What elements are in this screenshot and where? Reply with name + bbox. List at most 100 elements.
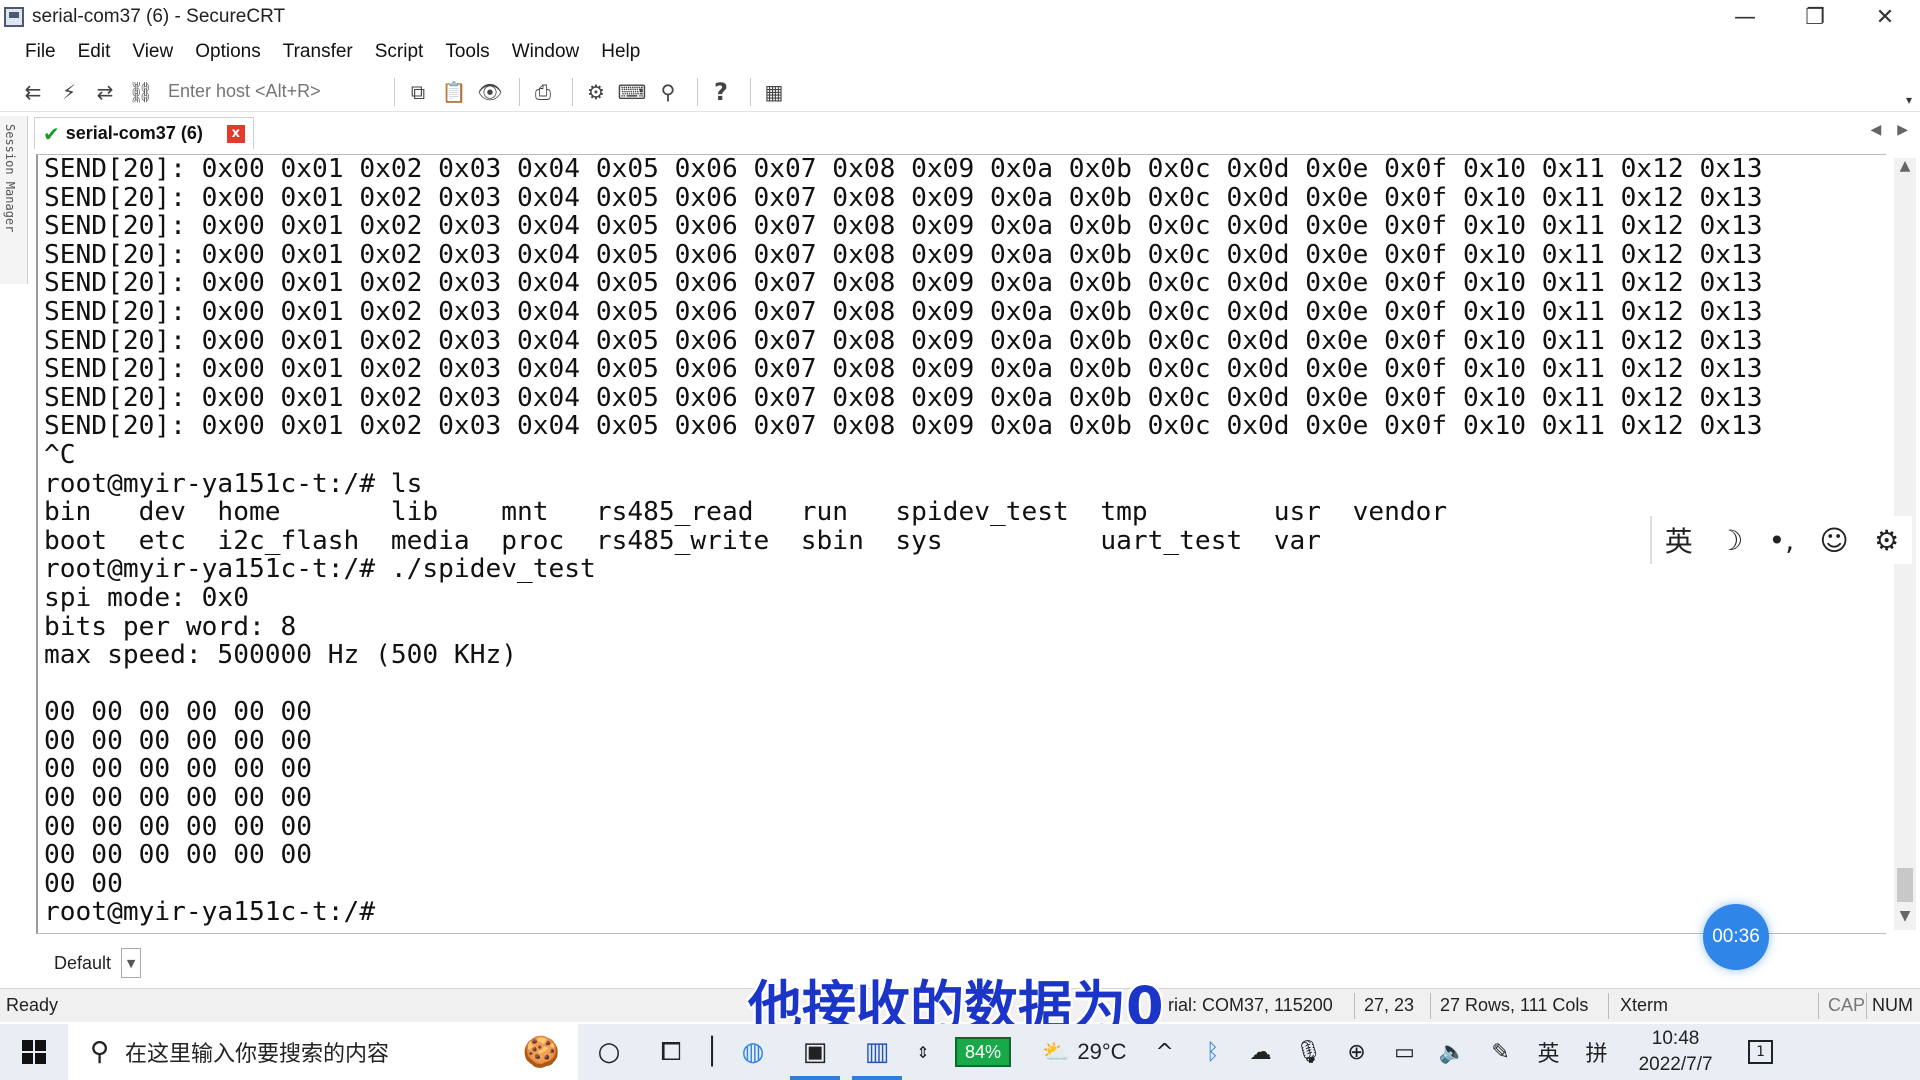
notification-center-icon[interactable]: 1	[1731, 1024, 1791, 1080]
title-bar: serial-com37 (6) - SecureCRT — ❐ ✕	[0, 0, 1920, 34]
terminal-line: ^C	[44, 439, 76, 470]
tab-serial-com37[interactable]: ✔ serial-com37 (6) x	[34, 117, 254, 149]
menu-help[interactable]: Help	[601, 41, 640, 63]
battery-widget[interactable]: 84%	[938, 1024, 1028, 1080]
weather-widget[interactable]: ⛅ 29°C	[1042, 1039, 1127, 1065]
task-view-icon[interactable]: ⧠	[640, 1024, 702, 1080]
session-manager-panel[interactable]: Session Manager	[0, 116, 28, 284]
status-emulation: Xterm	[1620, 995, 1669, 1015]
sftp-icon[interactable]: ⚲	[653, 77, 683, 107]
screenshot-icon[interactable]: ▦	[759, 77, 789, 107]
ime-toolbar: 英 ☽ •, ☺ ⚙	[1650, 516, 1912, 564]
search-icon: ⚲	[90, 1037, 110, 1067]
copy-icon[interactable]: ⧉	[403, 77, 433, 107]
terminal-line: 00 00 00 00 00 00	[44, 811, 313, 842]
network-icon[interactable]: ⊕	[1333, 1024, 1381, 1080]
start-button[interactable]	[0, 1024, 68, 1080]
terminal-line: max speed: 500000 Hz (500 KHz)	[44, 640, 517, 671]
taskbar-clock[interactable]: 10:48 2022/7/7	[1621, 1026, 1731, 1078]
host-input[interactable]	[168, 77, 378, 106]
toolbar-dropdown-icon[interactable]: ▾	[1906, 93, 1912, 107]
menu-edit[interactable]: Edit	[78, 41, 111, 63]
ime-layout-indicator[interactable]: 拼	[1573, 1024, 1621, 1080]
menu-tools[interactable]: Tools	[445, 41, 489, 63]
emoji-icon[interactable]: ☺	[1820, 524, 1849, 557]
reconnect-icon[interactable]: ⇄	[90, 77, 120, 107]
tray-expand-icon[interactable]: ^	[1141, 1024, 1189, 1080]
tab-scroll-right-icon[interactable]: ▶	[1897, 122, 1908, 138]
terminal-line: 00 00 00 00 00 00	[44, 840, 313, 871]
recording-timer: 00:36	[1703, 904, 1769, 970]
menu-file[interactable]: File	[25, 41, 56, 63]
status-separator	[1430, 993, 1431, 1019]
find-icon[interactable]: 👁	[475, 77, 505, 107]
scrollbar-thumb[interactable]	[1897, 868, 1913, 902]
terminal-line: boot etc i2c_flash media proc rs485_writ…	[44, 525, 1322, 556]
paste-icon[interactable]: 📋	[439, 77, 469, 107]
terminal-line: SEND[20]: 0x00 0x01 0x02 0x03 0x04 0x05 …	[44, 325, 1763, 356]
menu-bar: File Edit View Options Transfer Script T…	[0, 36, 1920, 68]
taskbar-overflow-icon[interactable]: ⇕	[908, 1024, 938, 1080]
window-controls: — ❐ ✕	[1710, 0, 1920, 34]
disconnect-icon[interactable]: ⛓	[126, 77, 156, 107]
ime-language-toggle[interactable]: 英	[1665, 520, 1693, 560]
scroll-down-icon[interactable]: ▼	[1894, 908, 1916, 930]
securecrt-app-icon	[4, 7, 24, 27]
menu-script[interactable]: Script	[375, 41, 424, 63]
moon-icon[interactable]: ☽	[1718, 524, 1743, 557]
tab-close-icon[interactable]: x	[226, 124, 245, 143]
status-num: NUM	[1872, 995, 1913, 1015]
menu-view[interactable]: View	[132, 41, 173, 63]
clock-date: 2022/7/7	[1638, 1054, 1713, 1075]
help-icon[interactable]: ?	[706, 77, 736, 107]
chevron-down-icon[interactable]: ▼	[121, 948, 142, 978]
terminal-line: SEND[20]: 0x00 0x01 0x02 0x03 0x04 0x05 …	[44, 411, 1763, 442]
menu-options[interactable]: Options	[195, 41, 260, 63]
terminal-line: 00 00 00 00 00 00	[44, 697, 313, 728]
status-separator	[1608, 993, 1609, 1019]
bluetooth-icon[interactable]: ᛒ	[1189, 1024, 1237, 1080]
settings-icon[interactable]: ⚙	[581, 77, 611, 107]
print-icon[interactable]: ⎙	[528, 77, 558, 107]
battery-icon[interactable]: ▭	[1381, 1024, 1429, 1080]
connect-icon[interactable]: ⇇	[18, 77, 48, 107]
tab-label: serial-com37 (6)	[65, 123, 203, 143]
minimize-button[interactable]: —	[1710, 0, 1780, 34]
tab-scroll-left-icon[interactable]: ◀	[1870, 122, 1881, 138]
cortana-icon[interactable]: ○	[578, 1024, 640, 1080]
terminal-line: 00 00 00 00 00 00	[44, 783, 313, 814]
microphone-icon[interactable]: 🎙	[1285, 1024, 1333, 1080]
terminal-line: SEND[20]: 0x00 0x01 0x02 0x03 0x04 0x05 …	[44, 296, 1763, 327]
terminal-line: SEND[20]: 0x00 0x01 0x02 0x03 0x04 0x05 …	[44, 382, 1763, 413]
ime-settings-icon[interactable]: ⚙	[1874, 524, 1899, 557]
status-cursor: 27, 23	[1364, 995, 1415, 1015]
restore-button[interactable]: ❐	[1780, 0, 1850, 34]
terminal-output[interactable]: SEND[20]: 0x00 0x01 0x02 0x03 0x04 0x05 …	[36, 154, 1886, 934]
terminal-line: 00 00 00 00 00 00	[44, 725, 313, 756]
terminal-line: 00 00	[44, 868, 123, 899]
volume-icon[interactable]: 🔈	[1429, 1024, 1477, 1080]
onedrive-icon[interactable]: ☁	[1237, 1024, 1285, 1080]
app-taskbar-icon[interactable]: ▥	[846, 1024, 908, 1080]
pen-icon[interactable]: ✎	[1477, 1024, 1525, 1080]
weather-temperature: 29°C	[1077, 1039, 1127, 1064]
menu-window[interactable]: Window	[512, 41, 580, 63]
button-bar-select[interactable]: Default ▼	[36, 947, 142, 979]
securecrt-taskbar-icon[interactable]: ▣	[784, 1024, 846, 1080]
status-cap: CAP	[1828, 995, 1866, 1015]
scroll-up-icon[interactable]: ▲	[1894, 158, 1916, 180]
tab-navigation: ◀ ▶	[1870, 122, 1908, 138]
browser-icon[interactable]: ◍	[722, 1024, 784, 1080]
ime-language-indicator[interactable]: 英	[1525, 1024, 1573, 1080]
toolbar-separator	[394, 77, 395, 106]
quick-connect-icon[interactable]: ⚡	[54, 77, 84, 107]
keymap-icon[interactable]: ⌨	[617, 77, 647, 107]
toolbar-separator	[697, 77, 698, 106]
punctuation-icon[interactable]: •,	[1769, 524, 1794, 557]
taskbar-search[interactable]: ⚲ 在这里输入你要搜索的内容 🍪	[68, 1024, 578, 1080]
terminal-line: bits per word: 8	[44, 611, 297, 642]
battery-percent: 84%	[955, 1037, 1011, 1067]
menu-transfer[interactable]: Transfer	[283, 41, 353, 63]
close-button[interactable]: ✕	[1850, 0, 1920, 34]
